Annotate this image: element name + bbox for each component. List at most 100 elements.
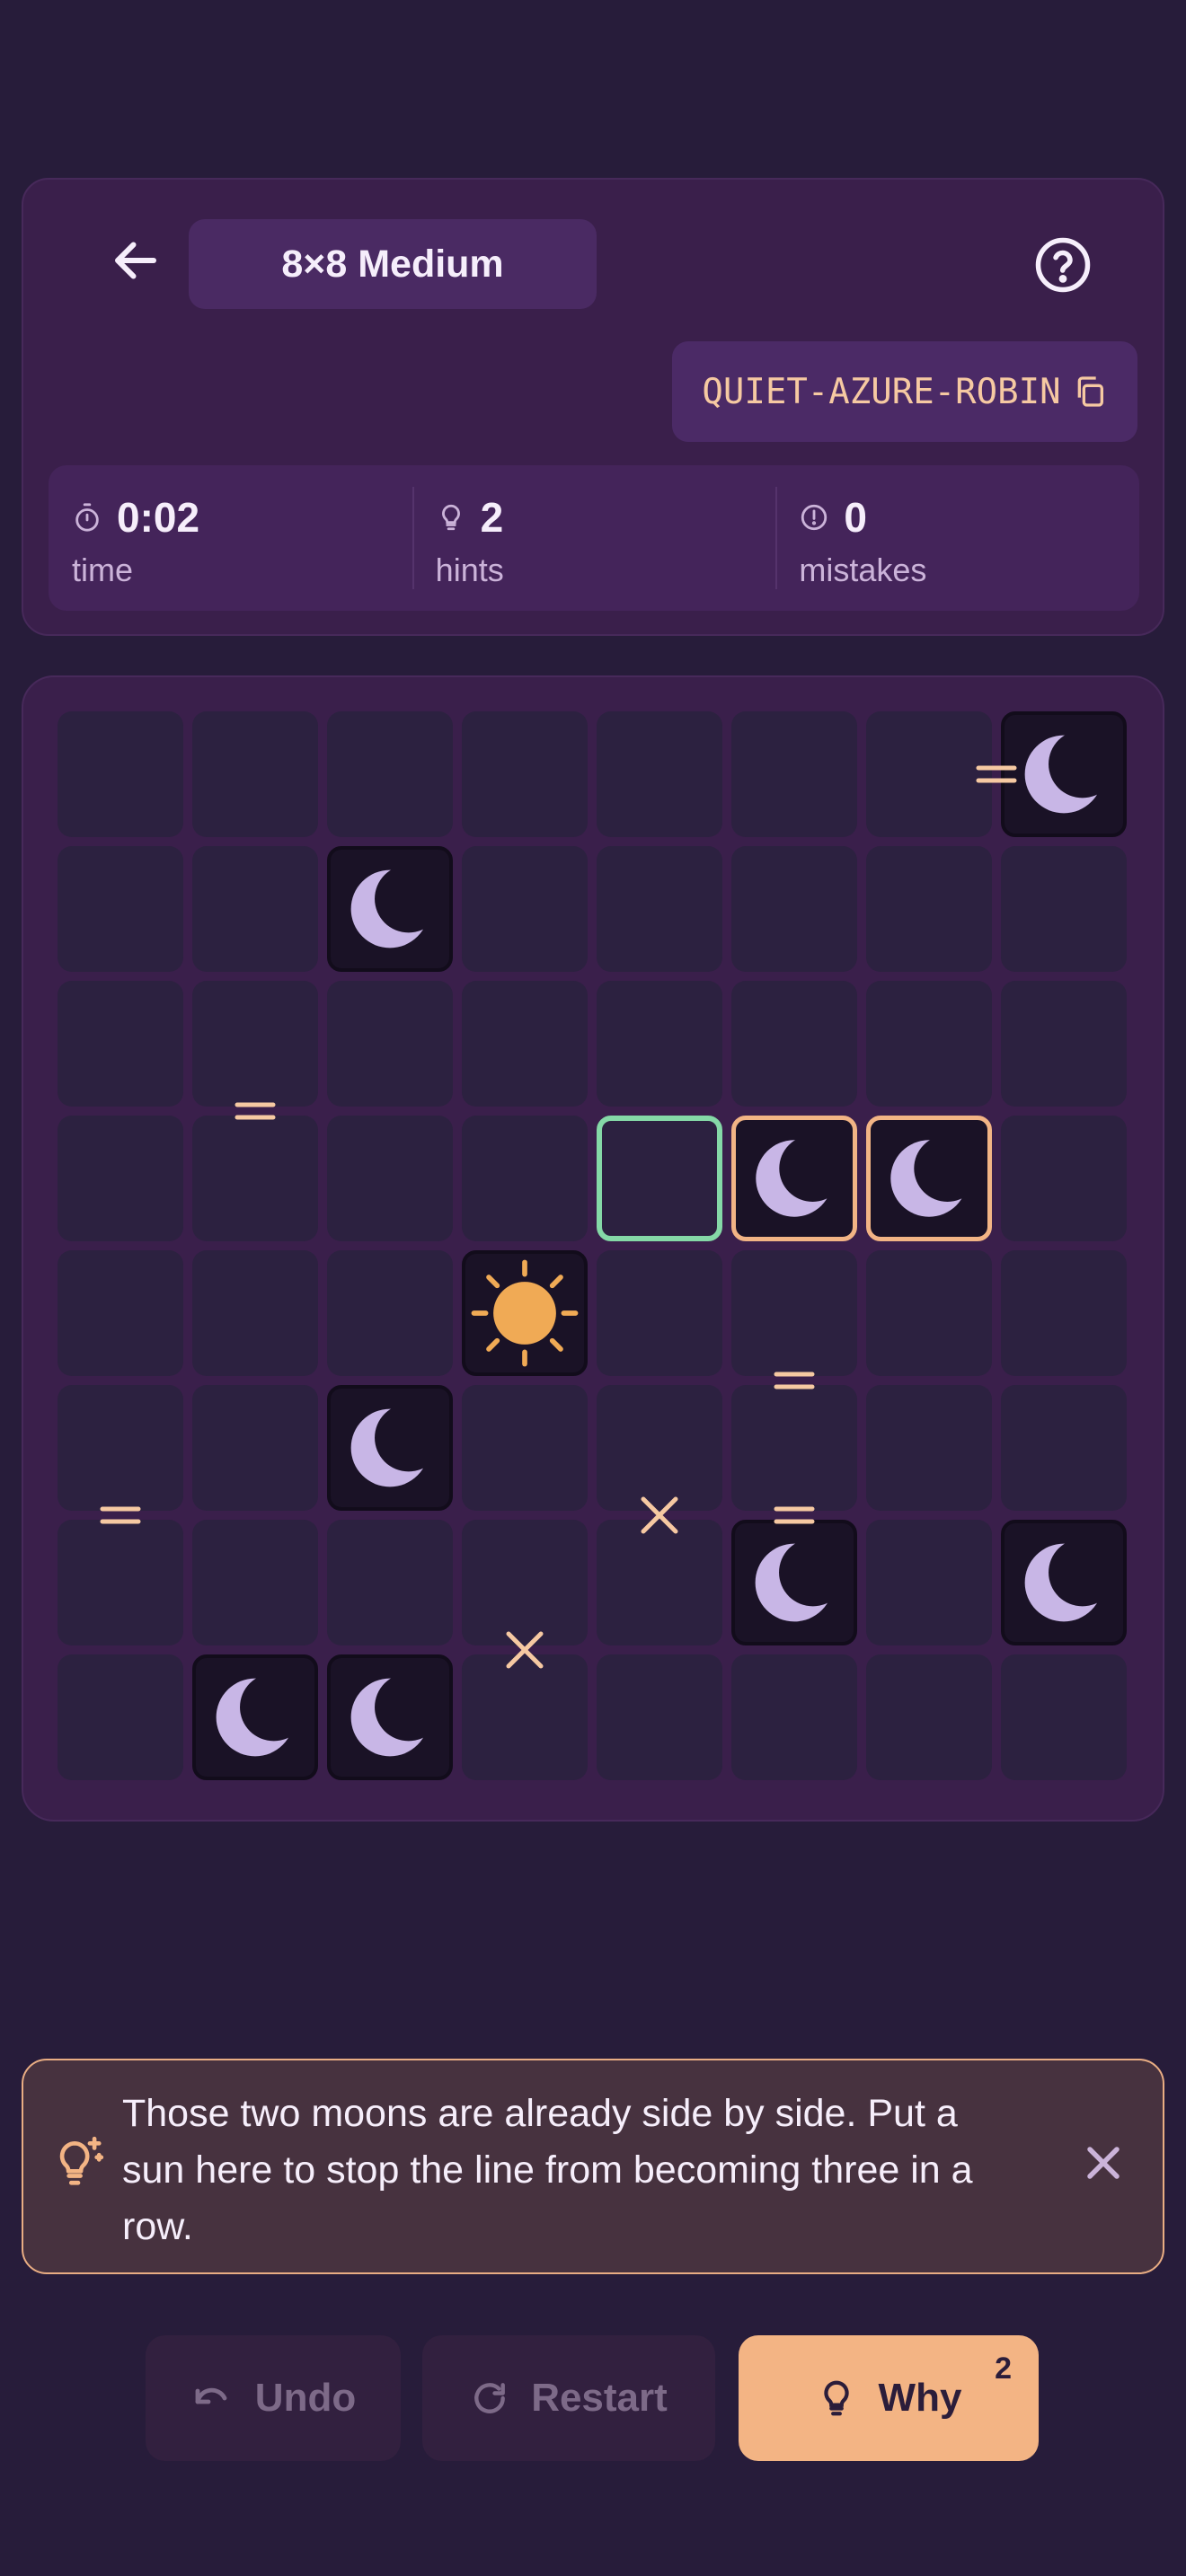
header-card: 8×8 Medium QUIET-AZURE-ROBIN 0:02 time 2… bbox=[22, 178, 1164, 636]
board-cell-r5-c3[interactable] bbox=[327, 1250, 453, 1376]
refresh-icon bbox=[474, 2383, 506, 2413]
board-cell-r4-c3[interactable] bbox=[327, 1116, 453, 1241]
time-value: 0:02 bbox=[117, 494, 200, 541]
equal-constraint-icon bbox=[235, 1102, 276, 1120]
board-cell-r4-c8[interactable] bbox=[1001, 1116, 1127, 1241]
board-cell-r4-c6[interactable] bbox=[731, 1116, 857, 1241]
board-cell-r6-c8[interactable] bbox=[1001, 1385, 1127, 1511]
board-cell-r3-c7[interactable] bbox=[866, 981, 992, 1107]
undo-button[interactable]: Undo bbox=[146, 2335, 401, 2461]
board-cell-r5-c1[interactable] bbox=[58, 1250, 183, 1376]
lightbulb-icon bbox=[441, 504, 460, 531]
restart-label: Restart bbox=[531, 2376, 668, 2420]
board-cell-r3-c8[interactable] bbox=[1001, 981, 1127, 1107]
board-cell-r6-c3[interactable] bbox=[327, 1385, 453, 1511]
hint-banner: Those two moons are already side by side… bbox=[22, 2059, 1164, 2274]
board-cell-r3-c1[interactable] bbox=[58, 981, 183, 1107]
board-cell-r2-c1[interactable] bbox=[58, 846, 183, 972]
equal-constraint-icon bbox=[774, 1506, 815, 1524]
why-count-badge: 2 bbox=[995, 2351, 1012, 2386]
board-cell-r1-c1[interactable] bbox=[58, 711, 183, 837]
stat-mistakes: 0 mistakes bbox=[775, 465, 1139, 611]
board-cell-r5-c4[interactable] bbox=[462, 1250, 588, 1376]
board-cell-r2-c5[interactable] bbox=[597, 846, 722, 972]
game-board bbox=[22, 675, 1164, 1822]
board-cell-r1-c6[interactable] bbox=[731, 711, 857, 837]
board-cell-r7-c7[interactable] bbox=[866, 1520, 992, 1645]
seed-copy-button[interactable]: QUIET-AZURE-ROBIN bbox=[672, 341, 1137, 442]
board-cell-r3-c4[interactable] bbox=[462, 981, 588, 1107]
board-cell-r7-c2[interactable] bbox=[192, 1520, 318, 1645]
stat-hints: 2 hints bbox=[412, 465, 776, 611]
board-cell-r2-c2[interactable] bbox=[192, 846, 318, 972]
board-cell-r5-c5[interactable] bbox=[597, 1250, 722, 1376]
sun-icon bbox=[471, 1259, 579, 1367]
board-cell-r3-c5[interactable] bbox=[597, 981, 722, 1107]
moon-icon bbox=[756, 1140, 833, 1217]
board-cell-r7-c3[interactable] bbox=[327, 1520, 453, 1645]
close-icon[interactable] bbox=[1076, 2136, 1130, 2190]
board-cell-r3-c6[interactable] bbox=[731, 981, 857, 1107]
board-cell-r1-c3[interactable] bbox=[327, 711, 453, 837]
sparkle-lightbulb-icon bbox=[59, 2136, 104, 2185]
board-cell-r2-c4[interactable] bbox=[462, 846, 588, 972]
board-cell-r8-c6[interactable] bbox=[731, 1654, 857, 1780]
arrow-left-icon bbox=[115, 242, 156, 279]
back-button[interactable] bbox=[86, 216, 185, 305]
board-cell-r5-c7[interactable] bbox=[866, 1250, 992, 1376]
why-label: Why bbox=[878, 2376, 962, 2420]
board-cell-r3-c3[interactable] bbox=[327, 981, 453, 1107]
board-cell-r7-c8[interactable] bbox=[1001, 1520, 1127, 1645]
board-cell-r4-c5[interactable] bbox=[597, 1116, 722, 1241]
board-cell-r6-c2[interactable] bbox=[192, 1385, 318, 1511]
board-cell-r2-c7[interactable] bbox=[866, 846, 992, 972]
moon-icon bbox=[890, 1140, 968, 1217]
board-cell-r5-c8[interactable] bbox=[1001, 1250, 1127, 1376]
mistakes-label: mistakes bbox=[799, 551, 927, 588]
copy-icon bbox=[1077, 376, 1103, 407]
lightbulb-icon bbox=[823, 2380, 849, 2416]
board-cell-r1-c5[interactable] bbox=[597, 711, 722, 837]
opposite-constraint-icon bbox=[641, 1496, 678, 1534]
moon-icon bbox=[1024, 1543, 1103, 1622]
equal-constraint-icon bbox=[100, 1506, 141, 1524]
board-cell-r8-c8[interactable] bbox=[1001, 1654, 1127, 1780]
equal-constraint-icon bbox=[976, 765, 1017, 783]
hint-message: Those two moons are already side by side… bbox=[122, 2092, 973, 2248]
stats-row: 0:02 time 2 hints 0 mistakes bbox=[49, 465, 1139, 611]
moon-icon bbox=[350, 869, 429, 948]
board-cell-r8-c1[interactable] bbox=[58, 1654, 183, 1780]
hints-label: hints bbox=[435, 551, 504, 588]
board-cell-r4-c7[interactable] bbox=[866, 1116, 992, 1241]
seed-text: QUIET-AZURE-ROBIN bbox=[702, 371, 1061, 412]
help-button[interactable] bbox=[1013, 216, 1112, 314]
moon-icon bbox=[216, 1678, 295, 1757]
board-cell-r2-c3[interactable] bbox=[327, 846, 453, 972]
opposite-constraint-icon bbox=[506, 1631, 544, 1669]
board-cell-r1-c4[interactable] bbox=[462, 711, 588, 837]
board-cell-r2-c8[interactable] bbox=[1001, 846, 1127, 972]
board-cell-r8-c2[interactable] bbox=[192, 1654, 318, 1780]
board-cell-r1-c2[interactable] bbox=[192, 711, 318, 837]
question-circle-icon bbox=[1035, 237, 1091, 293]
board-cell-r8-c3[interactable] bbox=[327, 1654, 453, 1780]
board-cell-r2-c6[interactable] bbox=[731, 846, 857, 972]
board-cell-r4-c1[interactable] bbox=[58, 1116, 183, 1241]
mistakes-value: 0 bbox=[844, 494, 867, 541]
stopwatch-icon bbox=[75, 503, 99, 532]
board-cell-r5-c2[interactable] bbox=[192, 1250, 318, 1376]
undo-label: Undo bbox=[254, 2376, 357, 2420]
puzzle-title: 8×8 Medium bbox=[189, 219, 597, 309]
time-label: time bbox=[72, 551, 134, 588]
board-cell-r6-c7[interactable] bbox=[866, 1385, 992, 1511]
undo-arrow-icon bbox=[195, 2387, 227, 2404]
alert-circle-icon bbox=[801, 504, 828, 531]
why-button[interactable]: Why 2 bbox=[739, 2335, 1039, 2461]
hints-value: 2 bbox=[480, 494, 504, 541]
board-cell-r8-c5[interactable] bbox=[597, 1654, 722, 1780]
board-cell-r8-c7[interactable] bbox=[866, 1654, 992, 1780]
board-cell-r4-c4[interactable] bbox=[462, 1116, 588, 1241]
stat-time: 0:02 time bbox=[49, 465, 412, 611]
board-cell-r6-c4[interactable] bbox=[462, 1385, 588, 1511]
restart-button[interactable]: Restart bbox=[422, 2335, 715, 2461]
